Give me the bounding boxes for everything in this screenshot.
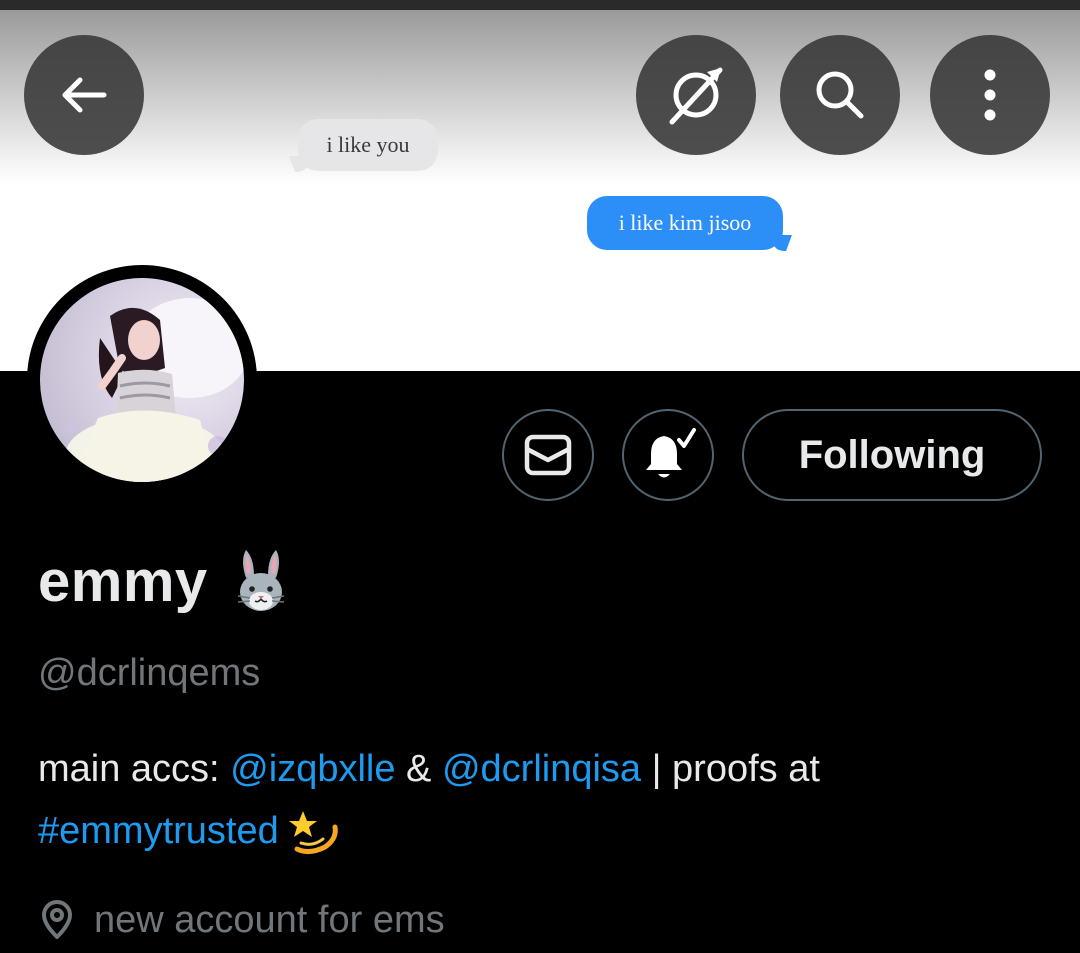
banner-gradient [0,10,1080,185]
translate-slash-icon [669,67,723,125]
bio-text: & [395,748,442,790]
translate-button[interactable] [636,35,756,155]
location-text: new account for ems [94,898,445,941]
following-button[interactable]: Following [742,409,1042,501]
location-pin-icon [42,900,72,939]
more-options-button[interactable] [930,35,1050,155]
bio-hashtag-link[interactable]: #emmytrusted [38,810,279,852]
search-icon [816,71,864,119]
profile-location: new account for ems [38,895,445,945]
profile-screen: i like you i like kim jisoo Following em… [0,0,1080,953]
avatar-illustration [64,298,244,482]
chat-bubble-sent: i like kim jisoo [587,196,783,250]
bell-check-icon [646,428,696,478]
search-button[interactable] [780,35,900,155]
avatar-photo [40,278,244,482]
message-button[interactable] [502,409,594,501]
display-name: emmy [38,546,290,616]
envelope-icon [524,434,572,476]
chat-bubble-received: i like you [298,119,438,171]
bio-text: | proofs at [641,748,820,790]
notifications-button[interactable] [622,409,714,501]
bio-text: main accs: [38,748,231,790]
profile-avatar[interactable] [27,265,257,495]
display-name-text: emmy [38,548,208,614]
profile-bio: main accs: @izqbxlle & @dcrlinqisa | pro… [38,738,1048,862]
dizzy-emoji [288,810,338,854]
rabbit-face-emoji [237,550,284,611]
user-handle: @dcrlinqems [38,652,261,694]
bio-mention-link[interactable]: @dcrlinqisa [442,748,641,790]
bio-mention-link[interactable]: @izqbxlle [230,748,395,790]
arrow-left-icon [62,77,107,113]
status-strip [0,0,1080,10]
more-vertical-icon [984,69,996,121]
back-button[interactable] [24,35,144,155]
